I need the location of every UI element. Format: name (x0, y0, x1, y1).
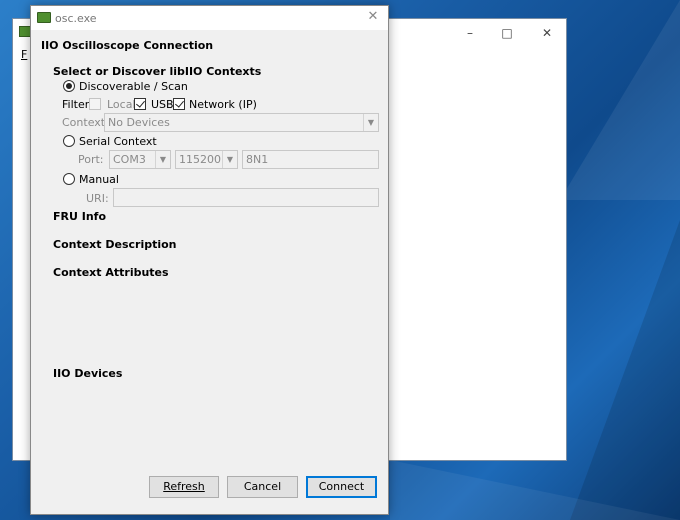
manual-radio[interactable] (63, 173, 75, 185)
filter-usb-checkbox[interactable] (134, 98, 146, 110)
desktop-facet (560, 0, 680, 200)
connection-dialog: osc.exe ✕ IIO Oscilloscope Connection Se… (30, 5, 389, 515)
connect-button[interactable]: Connect (306, 476, 377, 498)
dialog-title: IIO Oscilloscope Connection (41, 39, 214, 52)
uri-label: URI: (86, 192, 109, 205)
context-label: Context: (62, 116, 109, 129)
chevron-down-icon: ▼ (363, 114, 378, 131)
port-select-value: COM3 (113, 153, 146, 166)
fru-info-header: FRU Info (53, 210, 107, 223)
serial-radio-label: Serial Context (79, 135, 157, 148)
uri-input[interactable] (113, 188, 379, 207)
cancel-button[interactable]: Cancel (227, 476, 298, 498)
select-contexts-header: Select or Discover libIIO Contexts (53, 65, 262, 78)
discover-radio-label: Discoverable / Scan (79, 80, 188, 93)
close-icon[interactable]: ✕ (535, 25, 559, 41)
app-icon (37, 12, 51, 23)
refresh-button[interactable]: Refresh (149, 476, 219, 498)
chevron-down-icon: ▼ (155, 151, 170, 168)
close-icon[interactable]: ✕ (366, 10, 380, 24)
manual-radio-label: Manual (79, 173, 119, 186)
desktop-facet (390, 460, 680, 520)
menu-file[interactable]: F (21, 48, 27, 61)
context-select-value: No Devices (108, 116, 170, 129)
serial-radio[interactable] (63, 135, 75, 147)
context-description-header: Context Description (53, 238, 177, 251)
filter-local-checkbox[interactable] (89, 98, 101, 110)
connect-button-label: Connect (318, 480, 365, 493)
maximize-icon[interactable]: □ (495, 25, 519, 41)
discover-radio[interactable] (63, 80, 75, 92)
filter-network-checkbox[interactable] (173, 98, 185, 110)
baud-select-value: 115200 (179, 153, 221, 166)
context-attributes-header: Context Attributes (53, 266, 169, 279)
serial-format-field[interactable]: 8N1 (242, 150, 379, 169)
filter-local-label: Local (107, 98, 136, 111)
port-select[interactable]: COM3 ▼ (109, 150, 171, 169)
filter-usb-label: USB (151, 98, 174, 111)
dialog-titlebar: osc.exe ✕ (31, 6, 388, 30)
serial-format-value: 8N1 (246, 153, 269, 166)
filter-network-label: Network (IP) (189, 98, 257, 111)
chevron-down-icon: ▼ (222, 151, 237, 168)
port-label: Port: (78, 153, 104, 166)
minimize-icon[interactable]: – (458, 25, 482, 41)
baud-select[interactable]: 115200 ▼ (175, 150, 238, 169)
context-select[interactable]: No Devices ▼ (104, 113, 379, 132)
refresh-button-label: Refresh (163, 480, 205, 493)
dialog-app-name: osc.exe (55, 12, 97, 25)
iio-devices-header: IIO Devices (53, 367, 123, 380)
cancel-button-label: Cancel (243, 480, 282, 493)
